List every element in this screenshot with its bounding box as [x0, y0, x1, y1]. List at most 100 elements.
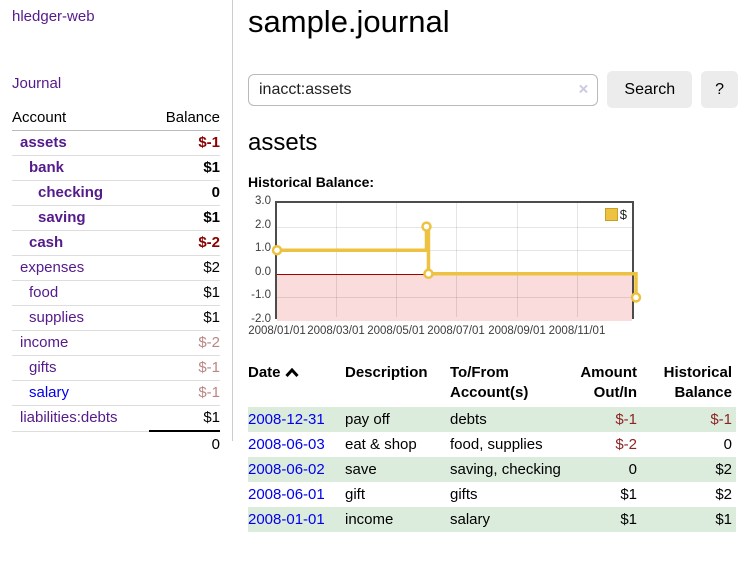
account-balance: $-2	[149, 331, 220, 356]
hledger-web-page: hledger-web Journal Account Balance asse…	[0, 0, 742, 582]
transaction-amount: $-1	[569, 407, 641, 432]
register-row[interactable]: 2008-12-31pay offdebts$-1$-1	[248, 407, 736, 432]
register-header-date[interactable]: Date	[248, 361, 345, 407]
register-header-row: Date Description To/From Account(s) Amou…	[248, 361, 736, 407]
account-link-food[interactable]: food	[29, 284, 58, 301]
register-header-balance: Historical Balance	[641, 361, 736, 407]
account-balance: $-2	[149, 231, 220, 256]
transaction-balance: $2	[641, 457, 736, 482]
search-input[interactable]	[248, 74, 598, 106]
x-axis-tick-label: 2008/07/01	[427, 325, 485, 337]
y-axis-tick-label: 1.0	[248, 242, 271, 254]
account-balance: $-1	[149, 356, 220, 381]
account-link-cash[interactable]: cash	[29, 234, 63, 251]
x-axis-tick-label: 2008/05/01	[367, 325, 425, 337]
transaction-date-link[interactable]: 2008-12-31	[248, 411, 325, 428]
help-button[interactable]: ?	[701, 71, 738, 108]
account-balance: $2	[149, 256, 220, 281]
transaction-date-link[interactable]: 2008-06-02	[248, 461, 325, 478]
account-link-expenses[interactable]: expenses	[20, 259, 84, 276]
transaction-amount: $1	[569, 507, 641, 532]
legend-swatch-icon	[605, 208, 618, 221]
account-row: income $-2	[12, 331, 220, 356]
brand-link[interactable]: hledger-web	[12, 8, 220, 25]
account-link-assets[interactable]: assets	[20, 134, 67, 151]
register-row[interactable]: 2008-06-03eat & shopfood, supplies$-20	[248, 432, 736, 457]
register-row[interactable]: 2008-06-01giftgifts$1$2	[248, 482, 736, 507]
y-axis-tick-label: -2.0	[248, 313, 271, 325]
transaction-balance: $2	[641, 482, 736, 507]
account-balance: $1	[149, 156, 220, 181]
account-heading: assets	[248, 129, 738, 157]
account-balance: 0	[149, 181, 220, 206]
account-link-checking[interactable]: checking	[38, 184, 103, 201]
account-link-income[interactable]: income	[20, 334, 68, 351]
account-row: food $1	[12, 281, 220, 306]
transaction-date-link[interactable]: 2008-06-03	[248, 436, 325, 453]
transaction-balance: $1	[641, 507, 736, 532]
accounts-header-row: Account Balance	[12, 106, 220, 131]
account-balance: $-1	[149, 381, 220, 406]
balance-line-series	[277, 203, 636, 321]
data-point-marker	[273, 246, 281, 254]
legend-label: $	[620, 207, 627, 222]
account-row: cash $-2	[12, 231, 220, 256]
account-row: expenses $2	[12, 256, 220, 281]
y-axis-tick-label: 2.0	[248, 219, 271, 231]
account-link-liabilities-debts[interactable]: liabilities:debts	[20, 409, 118, 426]
search-box: ×	[248, 74, 598, 106]
account-row: liabilities:debts$1	[12, 406, 220, 432]
accounts-total-row: 0	[12, 431, 220, 458]
transaction-description: pay off	[345, 407, 450, 432]
transaction-balance: $-1	[641, 407, 736, 432]
register-row[interactable]: 2008-06-02savesaving, checking0$2	[248, 457, 736, 482]
register-header-accounts: To/From Account(s)	[450, 361, 569, 407]
account-row: bank $1	[12, 156, 220, 181]
account-link-salary[interactable]: salary	[29, 384, 69, 401]
transaction-accounts: debts	[450, 407, 569, 432]
chart-title: Historical Balance:	[248, 174, 738, 190]
register-header-description: Description	[345, 361, 450, 407]
transaction-accounts: gifts	[450, 482, 569, 507]
x-axis-tick-label: 2008/09/01	[488, 325, 546, 337]
account-link-bank[interactable]: bank	[29, 159, 64, 176]
transaction-amount: $-2	[569, 432, 641, 457]
clear-search-icon[interactable]: ×	[578, 79, 588, 99]
x-axis-tick-label: 2008/03/01	[307, 325, 365, 337]
x-axis-tick-label: 2008/11/01	[549, 325, 606, 337]
page-title: sample.journal	[248, 4, 738, 40]
account-row: supplies $1	[12, 306, 220, 331]
sort-ascending-icon	[285, 368, 299, 377]
account-row: saving$1	[12, 206, 220, 231]
search-form: × Search ?	[248, 71, 738, 108]
x-axis-tick-label: 2008/01/01	[248, 325, 306, 337]
y-axis-tick-label: 3.0	[248, 195, 271, 207]
chart-plot-area: $	[275, 201, 634, 319]
data-point-marker	[424, 270, 432, 278]
historical-balance-chart[interactable]: $ 3.02.01.00.0-1.0-2.02008/01/012008/03/…	[248, 199, 668, 339]
transaction-date-link[interactable]: 2008-01-01	[248, 511, 325, 528]
account-balance: $1	[149, 281, 220, 306]
main-content: sample.journal × Search ? assets Histori…	[248, 0, 738, 532]
sidebar: hledger-web Journal Account Balance asse…	[0, 0, 233, 441]
register-row[interactable]: 2008-01-01incomesalary$1$1	[248, 507, 736, 532]
data-point-marker	[632, 293, 640, 301]
transaction-date-link[interactable]: 2008-06-01	[248, 486, 325, 503]
sidebar-item-journal[interactable]: Journal	[12, 75, 220, 92]
accounts-table: Account Balance assets $-1 bank $1 checking 0…	[12, 106, 220, 458]
account-link-gifts[interactable]: gifts	[29, 359, 57, 376]
account-link-saving[interactable]: saving	[38, 209, 86, 226]
search-button[interactable]: Search	[607, 71, 692, 108]
register-table: Date Description To/From Account(s) Amou…	[248, 361, 736, 532]
account-row: checking 0	[12, 181, 220, 206]
transaction-description: income	[345, 507, 450, 532]
accounts-total-balance: 0	[149, 431, 220, 458]
transaction-description: eat & shop	[345, 432, 450, 457]
account-link-supplies[interactable]: supplies	[29, 309, 84, 326]
accounts-header-balance: Balance	[149, 106, 220, 131]
transaction-amount: $1	[569, 482, 641, 507]
account-row: gifts $-1	[12, 356, 220, 381]
account-balance: $-1	[149, 131, 220, 156]
account-balance: $1	[149, 306, 220, 331]
transaction-accounts: saving, checking	[450, 457, 569, 482]
